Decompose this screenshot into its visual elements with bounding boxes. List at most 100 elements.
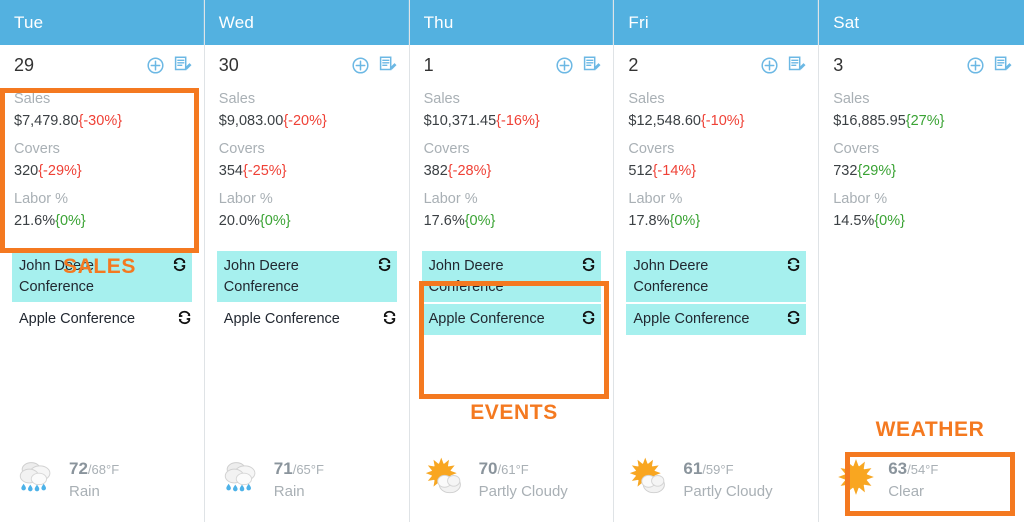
event-title: John Deere Conference — [19, 258, 94, 295]
event-title: Apple Conference — [633, 311, 750, 328]
covers-amount: 512 — [628, 163, 653, 180]
labor-value: 21.6%{0%} — [14, 210, 204, 235]
covers-amount: 320 — [14, 163, 39, 180]
note-edit-icon[interactable] — [787, 56, 806, 74]
labor-amount: 20.0% — [218, 213, 260, 230]
date-row: 30 — [205, 45, 409, 79]
date-number: 2 — [628, 54, 639, 75]
sync-icon[interactable] — [377, 257, 392, 272]
metrics-panel: Sales $16,885.95{27%} Covers 732{29%} Labor … — [819, 79, 1024, 235]
weather-low: /54°F — [907, 461, 939, 477]
event-item[interactable]: Apple Conference — [217, 304, 397, 335]
day-header: Tue — [0, 0, 204, 45]
sync-icon[interactable] — [581, 310, 596, 325]
event-title: John Deere Conference — [223, 258, 299, 295]
labor-delta: {0%} — [259, 213, 291, 230]
weather-low: /65°F — [292, 461, 324, 477]
event-item[interactable]: John Deere Conference — [12, 251, 192, 303]
sales-amount: $12,548.60 — [628, 113, 701, 130]
event-item[interactable]: John Deere Conference — [421, 251, 602, 303]
events-list: John Deere Conference Apple Conference — [614, 251, 818, 337]
sales-value: $10,371.45{-16%} — [424, 110, 614, 135]
sync-icon[interactable] — [382, 310, 397, 325]
sales-delta: {-30%} — [78, 113, 123, 130]
weather-panel: 72/68°F Rain — [0, 455, 204, 522]
sync-icon[interactable] — [177, 310, 192, 325]
date-actions — [556, 56, 601, 74]
weather-low: /68°F — [87, 461, 120, 477]
weather-text: 61/59°F Partly Cloudy — [683, 458, 772, 502]
labor-value: 14.5%{0%} — [833, 210, 1024, 235]
date-number: 29 — [14, 54, 35, 75]
weather-condition: Partly Cloudy — [478, 483, 568, 501]
labor-label: Labor % — [14, 191, 69, 208]
day-column: Sat 3 Sales $16,885.95{27%} Covers 732{29%} La… — [819, 0, 1024, 522]
event-item[interactable]: Apple Conference — [626, 304, 807, 335]
sales-delta: {-20%} — [283, 113, 327, 130]
covers-value: 320{-29%} — [14, 160, 204, 185]
sales-delta: {27%} — [905, 113, 945, 130]
day-column: Fri 2 Sales $12,548.60{-10%} Covers 512{-14%}… — [614, 0, 820, 522]
note-edit-icon[interactable] — [378, 56, 397, 74]
event-item[interactable]: John Deere Conference — [626, 251, 807, 303]
covers-amount: 382 — [423, 163, 448, 180]
weekday-label: Thu — [423, 12, 454, 32]
day-header: Sat — [819, 0, 1024, 45]
labor-amount: 14.5% — [833, 213, 875, 230]
weather-partly-cloudy-icon — [424, 455, 470, 504]
add-circle-icon[interactable] — [967, 56, 984, 74]
weather-condition: Rain — [273, 483, 305, 501]
labor-value: 20.0%{0%} — [219, 210, 409, 235]
weather-high: 61 — [683, 458, 703, 478]
labor-delta: {0%} — [464, 213, 496, 230]
sync-icon[interactable] — [172, 257, 187, 272]
events-list: John Deere Conference Apple Conference — [205, 251, 409, 337]
add-circle-icon[interactable] — [352, 56, 369, 74]
sales-amount: $7,479.80 — [14, 113, 79, 130]
weather-text: 71/65°F Rain — [274, 458, 324, 502]
covers-label: Covers — [833, 141, 880, 158]
metrics-panel: Sales $7,479.80{-30%} Covers 320{-29%} Labor… — [0, 79, 204, 235]
date-row: 3 — [819, 45, 1024, 79]
event-item[interactable]: Apple Conference — [421, 304, 602, 335]
sales-label: Sales — [423, 91, 460, 107]
weather-rain-icon — [219, 455, 265, 504]
sync-icon[interactable] — [786, 310, 801, 325]
weather-condition: Rain — [69, 483, 100, 501]
event-item[interactable]: Apple Conference — [12, 304, 192, 335]
weather-panel: 71/65°F Rain — [205, 455, 409, 522]
covers-delta: {-14%} — [652, 163, 697, 180]
note-edit-icon[interactable] — [173, 56, 192, 74]
metrics-panel: Sales $10,371.45{-16%} Covers 382{-28%} Labo… — [410, 79, 614, 235]
weather-high: 71 — [273, 458, 293, 478]
add-circle-icon[interactable] — [556, 56, 573, 74]
event-title: Apple Conference — [428, 311, 545, 328]
date-actions — [352, 56, 397, 74]
labor-label: Labor % — [628, 191, 683, 208]
sync-icon[interactable] — [581, 257, 596, 272]
note-edit-icon[interactable] — [993, 56, 1012, 74]
labor-label: Labor % — [833, 191, 888, 208]
weather-text: 72/68°F Rain — [69, 458, 119, 502]
labor-delta: {0%} — [669, 213, 701, 230]
weekday-label: Wed — [218, 12, 255, 32]
day-header: Fri — [614, 0, 819, 45]
labor-delta: {0%} — [874, 213, 905, 230]
weather-panel: 63/54°F Clear — [819, 455, 1024, 522]
sync-icon[interactable] — [786, 257, 801, 272]
metrics-panel: Sales $9,083.00{-20%} Covers 354{-25%} Labor… — [205, 79, 409, 235]
add-circle-icon[interactable] — [147, 56, 164, 74]
sales-value: $12,548.60{-10%} — [628, 110, 818, 135]
weather-sunny-icon — [833, 455, 879, 504]
covers-value: 512{-14%} — [628, 160, 818, 185]
weather-text: 70/61°F Partly Cloudy — [479, 458, 568, 502]
note-edit-icon[interactable] — [582, 56, 601, 74]
weather-high: 70 — [478, 458, 498, 478]
sales-value: $7,479.80{-30%} — [14, 110, 204, 135]
weekday-label: Sat — [833, 12, 860, 32]
event-item[interactable]: John Deere Conference — [216, 251, 397, 303]
sales-amount: $10,371.45 — [423, 113, 497, 130]
add-circle-icon[interactable] — [761, 56, 778, 74]
covers-label: Covers — [218, 141, 265, 158]
covers-label: Covers — [14, 141, 60, 158]
